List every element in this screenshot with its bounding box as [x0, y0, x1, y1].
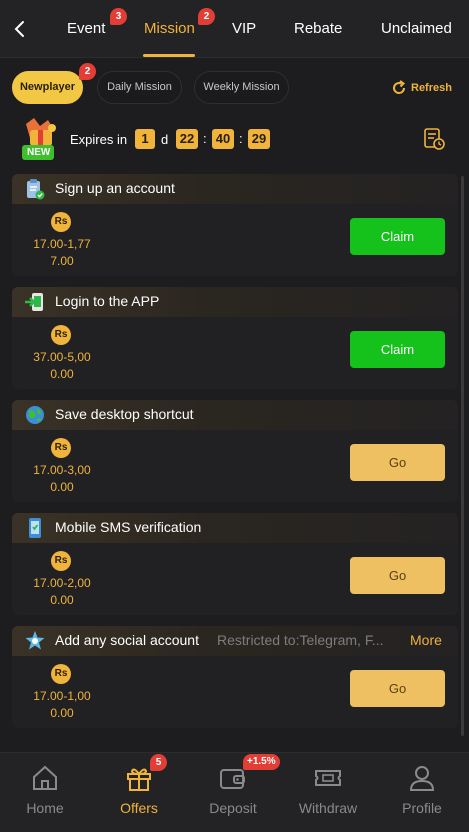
go-button[interactable]: Go	[350, 557, 445, 594]
social-star-icon	[24, 630, 46, 652]
timer-seconds: 29	[248, 129, 270, 149]
mission-title: Sign up an account	[55, 180, 175, 196]
subtab-weekly-mission[interactable]: Weekly Mission	[194, 71, 289, 104]
mission-title: Login to the APP	[55, 293, 160, 309]
chevron-left-icon	[14, 21, 24, 37]
nav-withdraw[interactable]: Withdraw	[283, 755, 373, 825]
nav-profile[interactable]: Profile	[377, 755, 467, 825]
mission-card-social-account: Add any social account Restricted to:Tel…	[12, 626, 458, 728]
mission-card-sms-verification: Mobile SMS verification Rs 17.00-2,00 0.0…	[12, 513, 458, 615]
clipboard-check-icon	[24, 178, 46, 200]
offers-badge: 5	[150, 754, 167, 771]
tab-event[interactable]: Event	[67, 20, 105, 40]
timer-hours: 22	[176, 129, 198, 149]
timer-days: 1	[135, 129, 155, 149]
history-log-icon	[424, 128, 445, 150]
home-icon	[33, 765, 57, 790]
mission-reward: 17.00-2,00 0.00	[33, 576, 91, 607]
back-button[interactable]	[10, 18, 30, 40]
rupee-coin-icon: Rs	[51, 664, 71, 684]
deposit-bonus-badge: +1.5%	[243, 754, 280, 770]
timer-separator: :	[203, 131, 207, 146]
mission-reward: 17.00-1,00 0.00	[33, 689, 91, 720]
refresh-icon	[393, 80, 406, 94]
go-button[interactable]: Go	[350, 444, 445, 481]
tab-rebate[interactable]: Rebate	[294, 20, 342, 40]
timer-minutes: 40	[212, 129, 234, 149]
tab-mission-badge: 2	[198, 8, 215, 25]
person-icon	[409, 766, 435, 791]
mission-card-signup: Sign up an account Rs 17.00-1,77 7.00 Cla…	[12, 174, 458, 276]
mission-reward: 37.00-5,00 0.00	[33, 350, 91, 381]
active-tab-indicator	[143, 54, 195, 57]
history-button[interactable]	[422, 127, 446, 151]
rupee-coin-icon: Rs	[51, 551, 71, 571]
mission-card-login: Login to the APP Rs 37.00-5,00 0.00 Claim	[12, 287, 458, 389]
mission-title: Add any social account	[55, 632, 199, 648]
tab-vip[interactable]: VIP	[232, 20, 256, 40]
rupee-coin-icon: Rs	[51, 438, 71, 458]
ticket-icon	[315, 770, 341, 786]
claim-button[interactable]: Claim	[350, 218, 445, 255]
nav-offers[interactable]: Offers	[94, 755, 184, 825]
tab-mission[interactable]: Mission	[144, 20, 195, 40]
tab-unclaimed[interactable]: Unclaimed	[381, 20, 452, 40]
globe-icon	[24, 404, 46, 426]
mission-card-desktop-shortcut: Save desktop shortcut Rs 17.00-3,00 0.00 …	[12, 400, 458, 502]
phone-sms-icon	[24, 517, 46, 539]
refresh-button[interactable]: Refresh	[390, 79, 452, 97]
timer-separator: :	[239, 131, 243, 146]
mission-title: Save desktop shortcut	[55, 406, 194, 422]
tab-event-badge: 3	[110, 8, 127, 25]
new-player-badge-icon: NEW	[16, 116, 64, 162]
nav-home[interactable]: Home	[0, 755, 90, 825]
mission-restriction: Restricted to:Telegram, F...	[217, 632, 384, 648]
login-app-icon	[24, 291, 46, 313]
subtab-daily-mission[interactable]: Daily Mission	[97, 71, 182, 104]
go-button[interactable]: Go	[350, 670, 445, 707]
subtab-newplayer[interactable]: Newplayer	[12, 71, 83, 104]
claim-button[interactable]: Claim	[350, 331, 445, 368]
scrollbar[interactable]	[461, 176, 464, 736]
subtab-newplayer-badge: 2	[79, 63, 96, 80]
mission-reward: 17.00-3,00 0.00	[33, 463, 91, 494]
rupee-coin-icon: Rs	[51, 325, 71, 345]
mission-title: Mobile SMS verification	[55, 519, 202, 535]
rupee-coin-icon: Rs	[51, 212, 71, 232]
mission-reward: 17.00-1,77 7.00	[33, 237, 91, 268]
expires-label: Expires in	[70, 132, 128, 147]
more-link[interactable]: More	[410, 632, 442, 648]
timer-day-unit: d	[161, 132, 169, 147]
